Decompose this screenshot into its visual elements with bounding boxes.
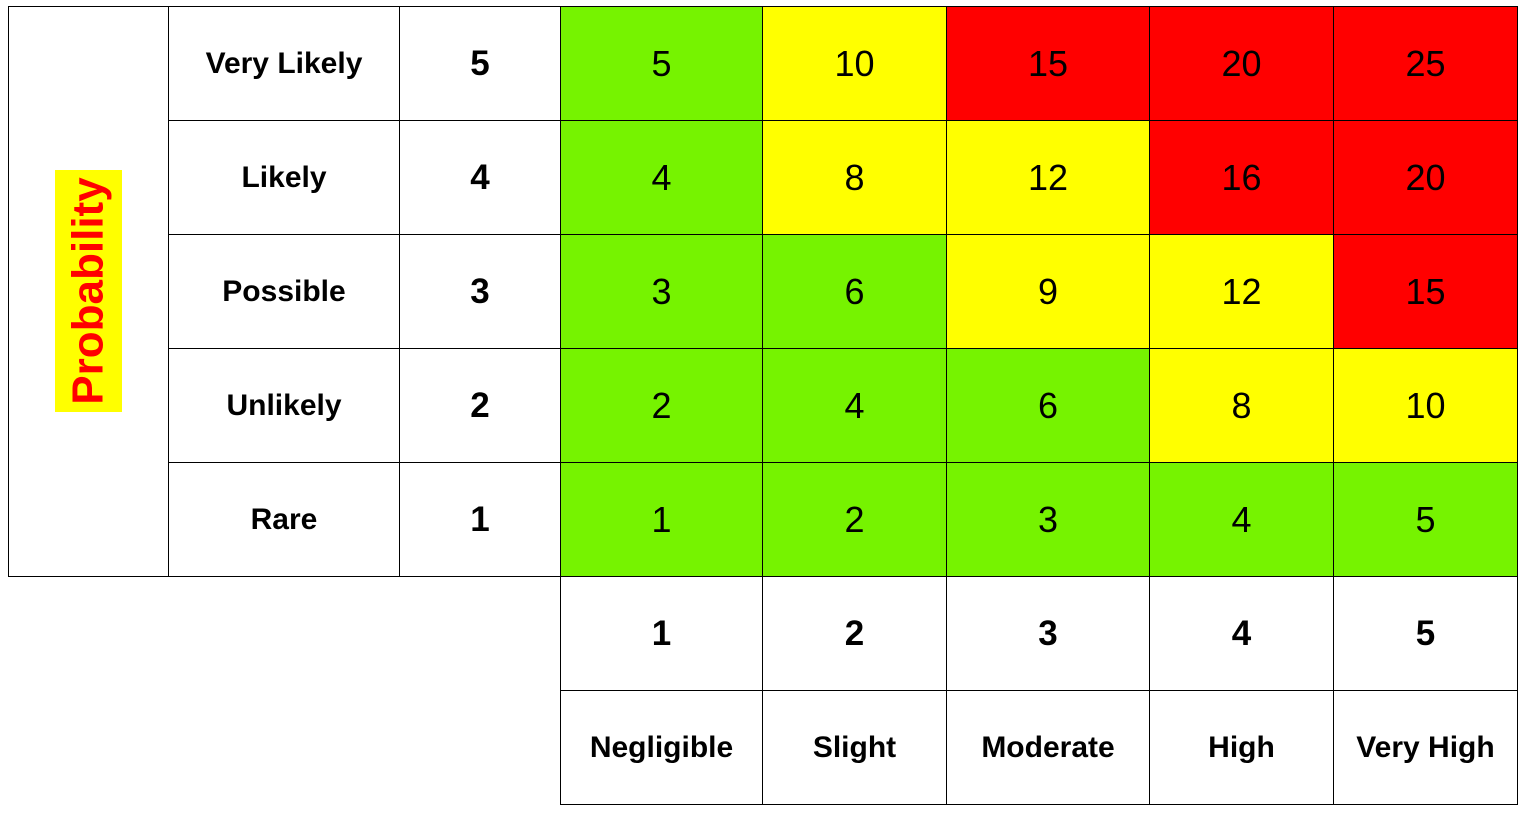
probability-label: Unlikely — [168, 348, 400, 463]
risk-score-cell: 8 — [1149, 348, 1334, 463]
impact-label: Very High — [1333, 690, 1518, 805]
risk-score-cell: 20 — [1333, 120, 1518, 235]
risk-score-cell: 10 — [1333, 348, 1518, 463]
probability-value: 5 — [399, 6, 561, 121]
risk-score-cell: 3 — [946, 462, 1150, 577]
risk-score-cell: 12 — [1149, 234, 1334, 349]
probability-label: Rare — [168, 462, 400, 577]
risk-score-cell: 2 — [560, 348, 763, 463]
risk-score-cell: 9 — [946, 234, 1150, 349]
probability-label: Very Likely — [168, 6, 400, 121]
risk-score-cell: 4 — [762, 348, 947, 463]
risk-score-cell: 20 — [1149, 6, 1334, 121]
impact-value: 1 — [560, 576, 763, 691]
impact-label: High — [1149, 690, 1334, 805]
risk-score-cell: 4 — [560, 120, 763, 235]
risk-score-cell: 5 — [1333, 462, 1518, 577]
impact-value: 3 — [946, 576, 1150, 691]
probability-value: 1 — [399, 462, 561, 577]
probability-label: Likely — [168, 120, 400, 235]
risk-score-cell: 5 — [560, 6, 763, 121]
risk-score-cell: 10 — [762, 6, 947, 121]
probability-axis-label: Probability — [55, 170, 122, 412]
risk-score-cell: 6 — [946, 348, 1150, 463]
risk-score-cell: 6 — [762, 234, 947, 349]
risk-score-cell: 8 — [762, 120, 947, 235]
probability-value: 4 — [399, 120, 561, 235]
probability-value: 3 — [399, 234, 561, 349]
risk-score-cell: 2 — [762, 462, 947, 577]
impact-label: Slight — [762, 690, 947, 805]
risk-score-cell: 16 — [1149, 120, 1334, 235]
risk-score-cell: 15 — [946, 6, 1150, 121]
impact-label: Moderate — [946, 690, 1150, 805]
risk-score-cell: 25 — [1333, 6, 1518, 121]
risk-score-cell: 4 — [1149, 462, 1334, 577]
impact-label: Negligible — [560, 690, 763, 805]
risk-score-cell: 3 — [560, 234, 763, 349]
impact-value: 2 — [762, 576, 947, 691]
impact-value: 5 — [1333, 576, 1518, 691]
risk-score-cell: 12 — [946, 120, 1150, 235]
risk-score-cell: 1 — [560, 462, 763, 577]
probability-value: 2 — [399, 348, 561, 463]
impact-value: 4 — [1149, 576, 1334, 691]
risk-score-cell: 15 — [1333, 234, 1518, 349]
probability-label: Possible — [168, 234, 400, 349]
probability-axis-label-text: Probability — [63, 177, 113, 405]
